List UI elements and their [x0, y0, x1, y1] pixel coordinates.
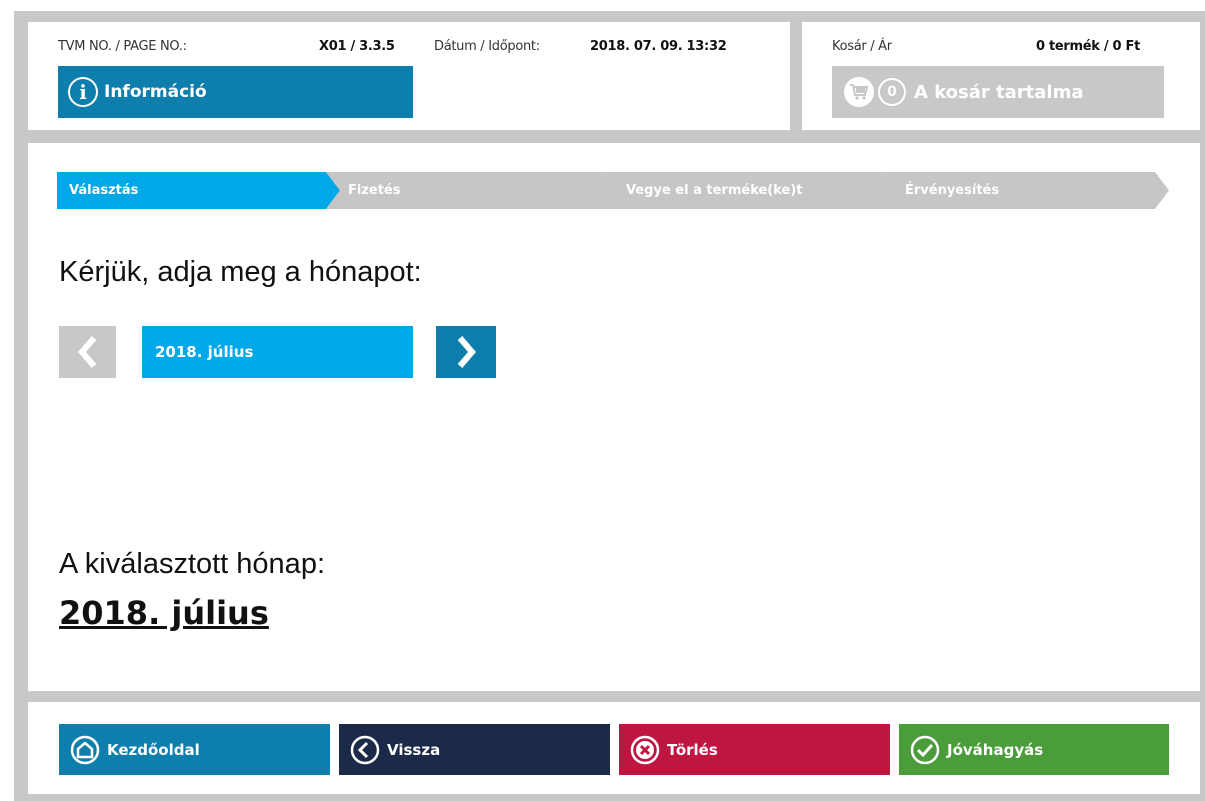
home-button-label: Kezdőoldal	[107, 740, 200, 759]
cart-button-label: A kosár tartalma	[914, 81, 1084, 103]
delete-button[interactable]: Törlés	[619, 724, 890, 775]
month-prompt: Kérjük, adja meg a hónapot:	[59, 256, 422, 288]
step-vegye-el: Vegye el a terméke(ke)t	[604, 172, 897, 209]
home-button[interactable]: Kezdőoldal	[59, 724, 330, 775]
next-month-button[interactable]	[436, 326, 496, 378]
home-icon	[69, 734, 101, 766]
month-display-value: 2018. július	[155, 343, 254, 361]
cart-value: 0 termék / 0 Ft	[1036, 39, 1140, 54]
close-icon	[629, 734, 661, 766]
step-ervenyesites: Érvényesítés	[883, 172, 1169, 209]
selected-month-label: A kiválasztott hónap:	[59, 548, 325, 580]
info-button[interactable]: i Információ	[58, 66, 413, 118]
step-valasztas: Választás	[57, 172, 340, 209]
back-button[interactable]: Vissza	[339, 724, 610, 775]
back-icon	[349, 734, 381, 766]
cart-icon	[844, 77, 874, 107]
selected-month-value: 2018. július	[59, 594, 269, 632]
header-info-panel: TVM NO. / PAGE NO.: X01 / 3.3.5 Dátum / …	[28, 22, 790, 130]
chevron-right-icon	[457, 336, 476, 368]
datetime-label: Dátum / Időpont:	[434, 39, 540, 54]
chevron-left-icon	[77, 336, 96, 368]
footer-panel: Kezdőoldal Vissza Törlés Jóváhagyás	[28, 702, 1200, 794]
prev-month-button[interactable]	[59, 326, 116, 378]
month-display: 2018. július	[142, 326, 413, 378]
progress-steps: Választás Fizetés Vegye el a terméke(ke)…	[57, 172, 1169, 209]
confirm-button[interactable]: Jóváhagyás	[899, 724, 1169, 775]
back-button-label: Vissza	[387, 740, 441, 759]
confirm-button-label: Jóváhagyás	[947, 740, 1044, 759]
cart-button[interactable]: 0 A kosár tartalma	[832, 66, 1164, 118]
datetime-value: 2018. 07. 09. 13:32	[590, 39, 727, 54]
main-panel: Választás Fizetés Vegye el a terméke(ke)…	[28, 143, 1200, 691]
info-button-label: Információ	[104, 82, 207, 102]
tvm-value: X01 / 3.3.5	[319, 39, 395, 54]
tvm-label: TVM NO. / PAGE NO.:	[58, 39, 187, 54]
delete-button-label: Törlés	[667, 740, 718, 759]
header-cart-panel: Kosár / Ár 0 termék / 0 Ft 0 A kosár tar…	[802, 22, 1200, 130]
step-fizetes: Fizetés	[326, 172, 618, 209]
cart-count-badge: 0	[878, 78, 906, 106]
check-icon	[909, 734, 941, 766]
cart-label: Kosár / Ár	[832, 39, 892, 54]
info-icon: i	[68, 77, 98, 107]
